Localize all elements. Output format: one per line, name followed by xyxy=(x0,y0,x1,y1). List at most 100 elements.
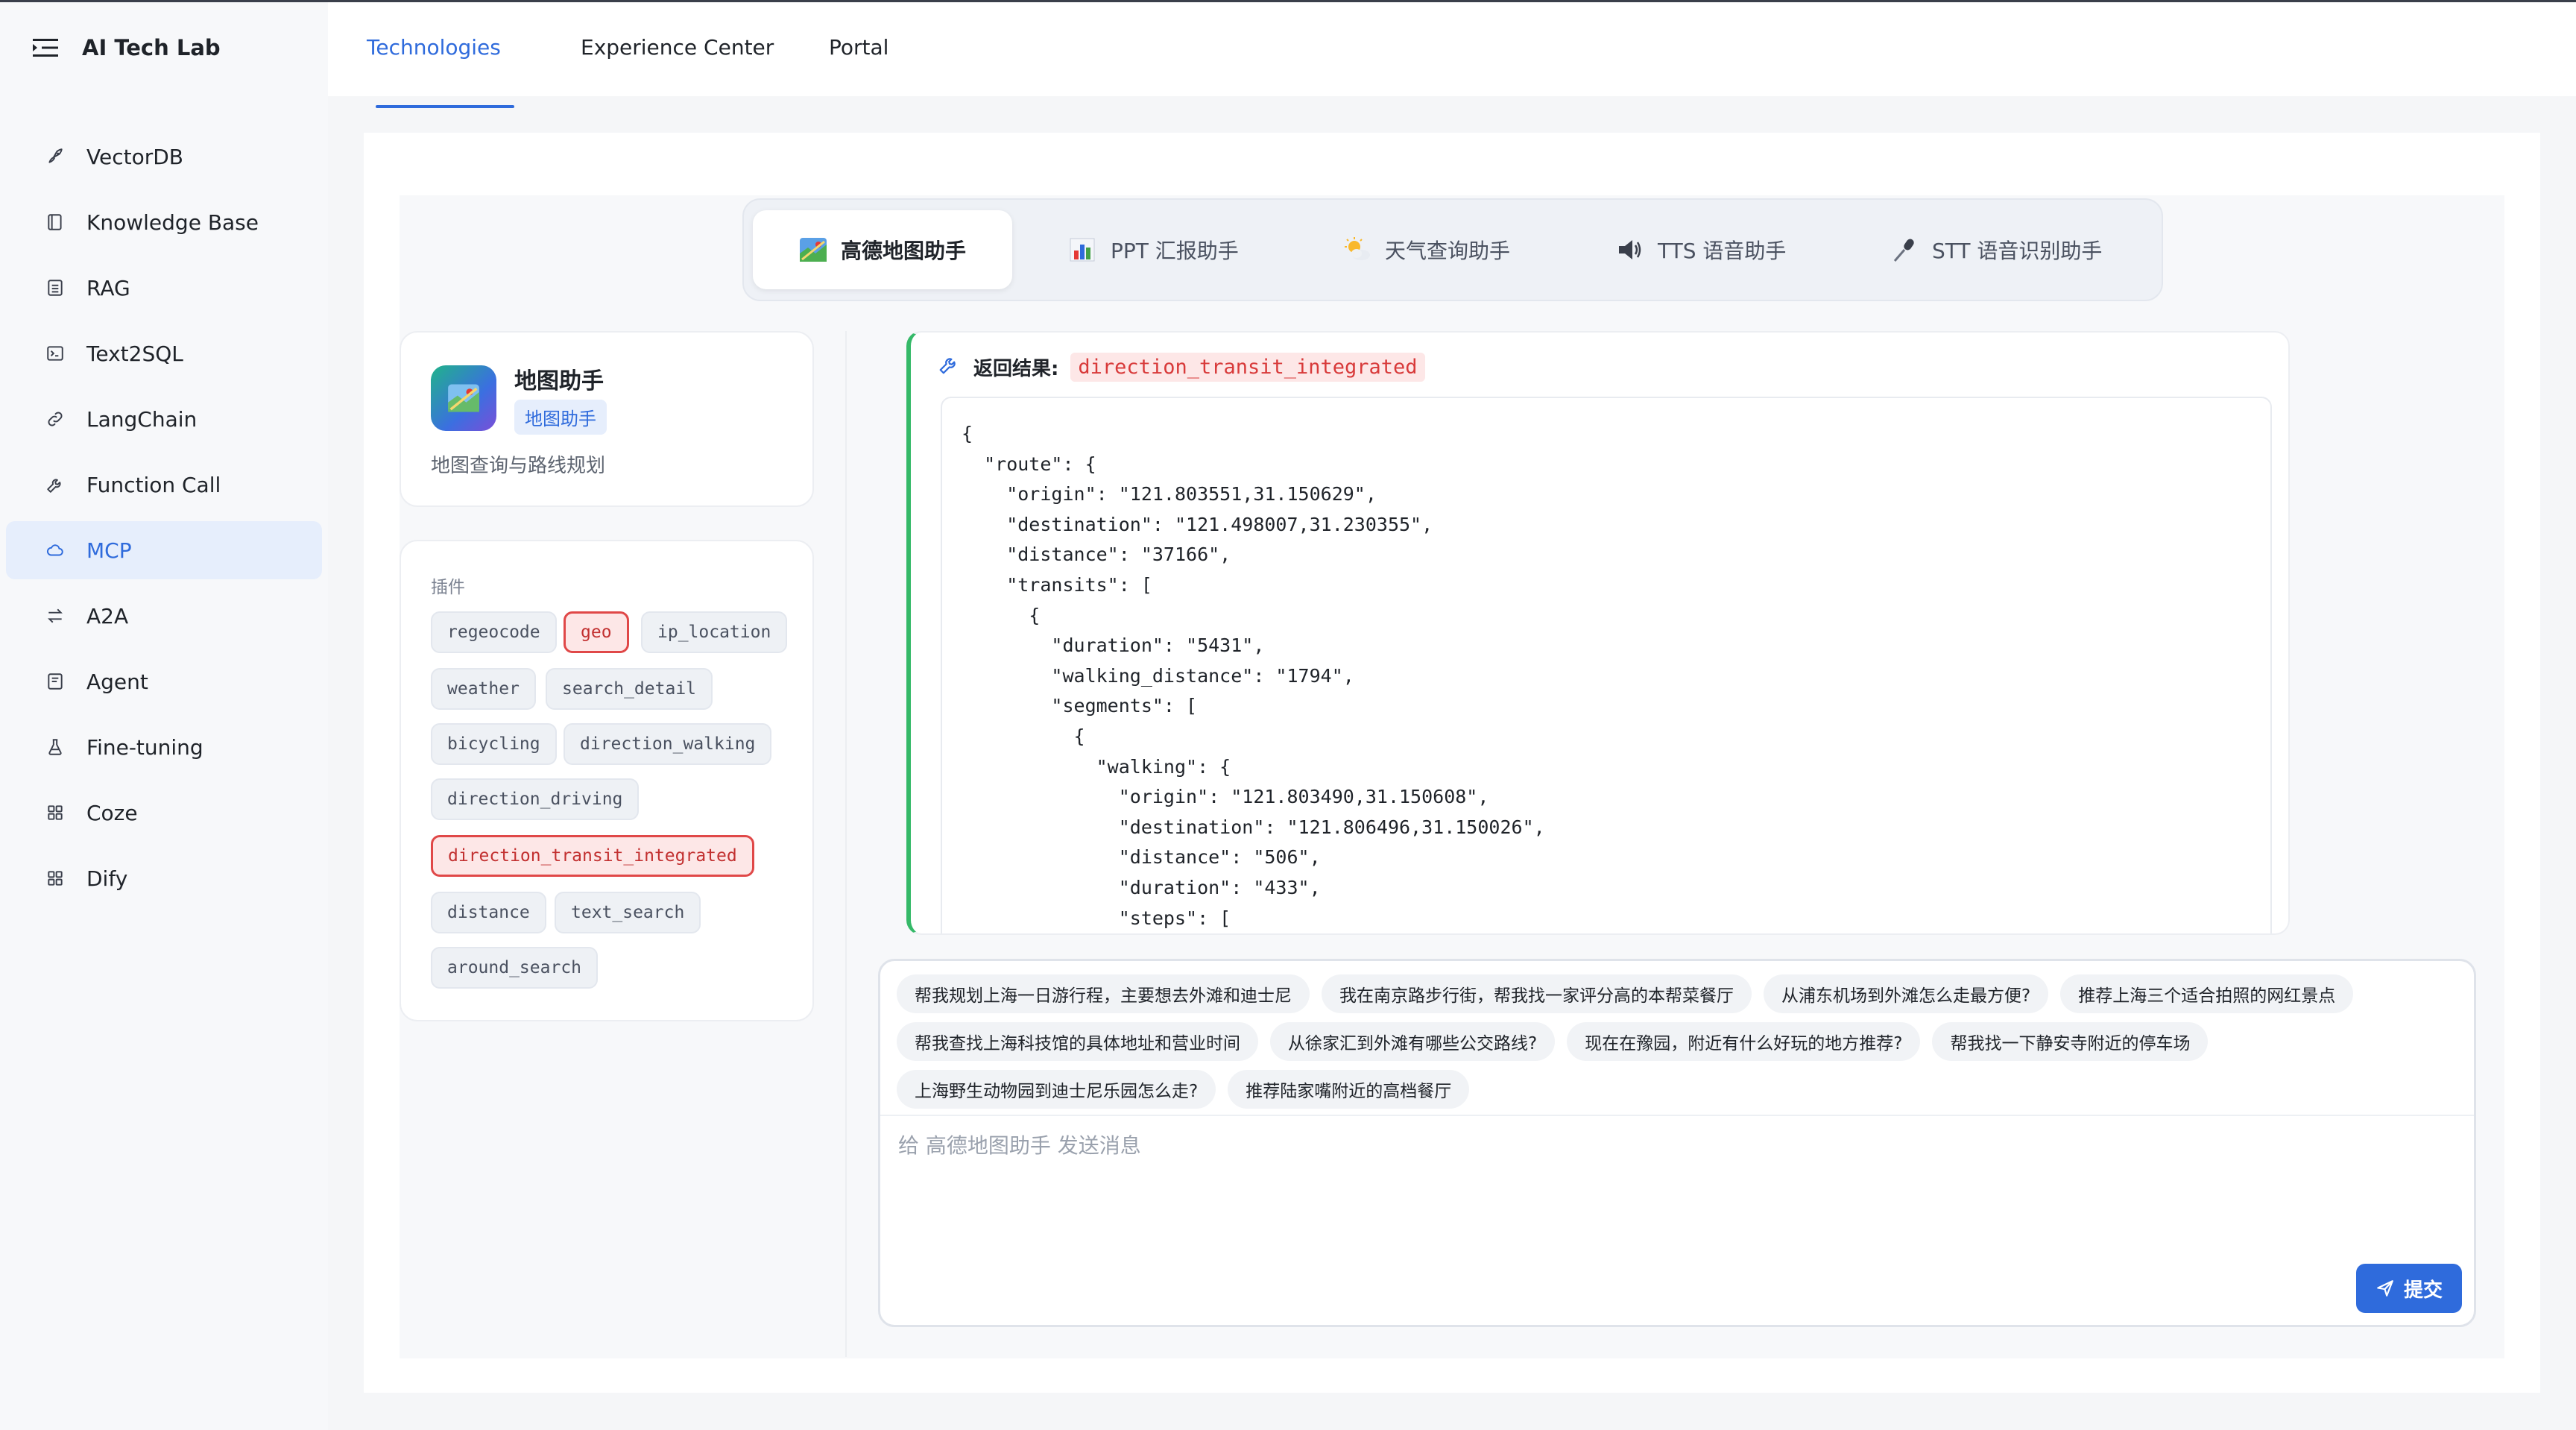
submit-button-label: 提交 xyxy=(2403,1279,2443,1302)
document-icon xyxy=(40,273,70,303)
suggestion-chip[interactable]: 我在南京路步行街，帮我找一家评分高的本帮菜餐厅 xyxy=(1322,974,1752,1013)
agent-name: 地图助手 xyxy=(514,368,604,394)
rocket-icon xyxy=(40,142,70,171)
plugin-chip-distance[interactable]: distance xyxy=(431,892,546,933)
map-icon xyxy=(799,237,827,262)
sidebar-item-label: Agent xyxy=(86,669,148,694)
assistant-tab-label: STT 语音识别助手 xyxy=(1932,239,2103,263)
sidebar-item-mcp[interactable]: MCP xyxy=(6,521,322,579)
map-icon xyxy=(448,384,479,412)
swap-icon xyxy=(40,601,70,631)
assistant-tab-label: TTS 语音助手 xyxy=(1658,239,1787,263)
sidebar-item-a2a[interactable]: A2A xyxy=(6,587,322,645)
plugin-chip-regeocode[interactable]: regeocode xyxy=(431,611,557,653)
message-input[interactable] xyxy=(898,1130,2449,1241)
plugin-chip-weather[interactable]: weather xyxy=(431,668,536,710)
terminal-icon xyxy=(40,338,70,368)
plugin-chip-bicycling[interactable]: bicycling xyxy=(431,723,557,765)
sidebar-item-function-call[interactable]: Function Call xyxy=(6,456,322,514)
sidebar-header: AI Tech Lab xyxy=(33,29,221,66)
bar-chart-icon xyxy=(1069,237,1097,262)
sidebar-item-label: LangChain xyxy=(86,406,198,432)
send-icon xyxy=(2377,1280,2393,1297)
agent-info-card: 地图助手 地图助手 地图查询与路线规划 xyxy=(400,331,814,507)
suggestion-chip[interactable]: 帮我规划上海一日游行程，主要想去外滩和迪士尼 xyxy=(897,974,1310,1013)
speaker-icon xyxy=(1616,237,1644,262)
sidebar-item-vectordb[interactable]: VectorDB xyxy=(6,127,322,186)
link-icon xyxy=(40,404,70,434)
sidebar-item-coze[interactable]: Coze xyxy=(6,784,322,842)
sun-cloud-icon xyxy=(1343,237,1371,262)
sidebar-item-label: RAG xyxy=(86,275,130,300)
sidebar-item-text2sql[interactable]: Text2SQL xyxy=(6,324,322,382)
wrench-icon xyxy=(938,353,960,381)
agent-icon xyxy=(40,667,70,696)
assistant-tabs: 高德地图助手 PPT 汇报助手 天气查询助手 TTS 语音助手 STT 语音识别… xyxy=(742,198,2163,301)
result-header: 返回结果: direction_transit_integrated xyxy=(938,349,1425,385)
plugin-section-title: 插件 xyxy=(431,578,465,597)
suggestion-chip[interactable]: 现在在豫园，附近有什么好玩的地方推荐? xyxy=(1567,1022,1921,1061)
chat-input-container: 帮我规划上海一日游行程，主要想去外滩和迪士尼 我在南京路步行街，帮我找一家评分高… xyxy=(878,959,2476,1327)
suggestion-chip[interactable]: 从徐家汇到外滩有哪些公交路线? xyxy=(1270,1022,1556,1061)
grid-icon xyxy=(40,863,70,893)
microphone-icon xyxy=(1890,237,1919,262)
suggestion-chip[interactable]: 帮我找一下静安寺附近的停车场 xyxy=(1932,1022,2209,1061)
top-navigation: Technologies Experience Center Portal xyxy=(328,2,2576,108)
wrench-icon xyxy=(40,470,70,500)
assistant-tab-amap[interactable]: 高德地图助手 xyxy=(753,210,1013,289)
input-divider xyxy=(880,1115,2474,1116)
sidebar-item-label: MCP xyxy=(86,538,132,563)
sidebar-item-rag[interactable]: RAG xyxy=(6,259,322,317)
sidebar-item-label: VectorDB xyxy=(86,144,183,169)
tool-result-panel[interactable]: 返回结果: direction_transit_integrated { "ro… xyxy=(906,331,2290,935)
sidebar-item-agent[interactable]: Agent xyxy=(6,652,322,711)
sidebar-item-label: Knowledge Base xyxy=(86,210,259,235)
flask-icon xyxy=(40,732,70,762)
suggestion-chip[interactable]: 从浦东机场到外滩怎么走最方便? xyxy=(1764,974,2049,1013)
tab-experience-center[interactable]: Experience Center xyxy=(581,35,774,60)
suggestion-chip[interactable]: 帮我查找上海科技馆的具体地址和营业时间 xyxy=(897,1022,1258,1061)
sidebar-item-label: Coze xyxy=(86,800,138,825)
plugin-chip-text-search[interactable]: text_search xyxy=(555,892,701,933)
agent-description: 地图查询与路线规划 xyxy=(431,455,606,477)
suggestion-row: 帮我规划上海一日游行程，主要想去外滩和迪士尼 我在南京路步行街，帮我找一家评分高… xyxy=(897,974,2365,1013)
cloud-icon xyxy=(40,535,70,565)
result-json-code: { "route": { "origin": "121.803551,31.15… xyxy=(962,423,1545,929)
sidebar-item-langchain[interactable]: LangChain xyxy=(6,390,322,448)
plugin-chip-ip-location[interactable]: ip_location xyxy=(641,611,788,653)
sidebar-item-fine-tuning[interactable]: Fine-tuning xyxy=(6,718,322,776)
assistant-tab-weather[interactable]: 天气查询助手 xyxy=(1343,210,1510,289)
panel-divider xyxy=(845,331,847,1357)
agent-avatar xyxy=(431,365,496,431)
result-json-box[interactable]: { "route": { "origin": "121.803551,31.15… xyxy=(941,397,2272,933)
suggestion-chip[interactable]: 上海野生动物园到迪士尼乐园怎么走? xyxy=(897,1070,1216,1109)
plugin-chip-geo[interactable]: geo xyxy=(564,611,629,653)
grid-icon xyxy=(40,798,70,828)
plugin-chip-direction-driving[interactable]: direction_driving xyxy=(431,778,640,820)
sidebar-item-label: A2A xyxy=(86,603,129,629)
assistant-tab-label: 高德地图助手 xyxy=(841,239,967,263)
sidebar-item-dify[interactable]: Dify xyxy=(6,849,322,907)
assistant-tab-label: 天气查询助手 xyxy=(1385,239,1511,263)
plugin-chip-around-search[interactable]: around_search xyxy=(431,947,599,989)
assistant-tab-label: PPT 汇报助手 xyxy=(1111,239,1239,263)
suggestion-row: 上海野生动物园到迪士尼乐园怎么走? 推荐陆家嘴附近的高档餐厅 xyxy=(897,1070,1481,1109)
plugin-chip-search-detail[interactable]: search_detail xyxy=(546,668,713,710)
submit-button[interactable]: 提交 xyxy=(2356,1264,2462,1313)
plugin-list-card: 插件 regeocode geo ip_location weather sea… xyxy=(400,540,814,1021)
suggestion-chip[interactable]: 推荐上海三个适合拍照的网红景点 xyxy=(2060,974,2354,1013)
sidebar-item-label: Fine-tuning xyxy=(86,734,203,760)
suggestion-chip[interactable]: 推荐陆家嘴附近的高档餐厅 xyxy=(1228,1070,1470,1109)
assistant-tab-stt[interactable]: STT 语音识别助手 xyxy=(1890,210,2102,289)
tab-portal[interactable]: Portal xyxy=(829,35,888,60)
sidebar-item-knowledge-base[interactable]: Knowledge Base xyxy=(6,193,322,251)
book-icon xyxy=(40,207,70,237)
suggestion-row: 帮我查找上海科技馆的具体地址和营业时间 从徐家汇到外滩有哪些公交路线? 现在在豫… xyxy=(897,1022,2220,1061)
plugin-chip-direction-transit-integrated[interactable]: direction_transit_integrated xyxy=(431,835,754,877)
assistant-tab-ppt[interactable]: PPT 汇报助手 xyxy=(1069,210,1239,289)
tab-technologies[interactable]: Technologies xyxy=(367,35,501,60)
sidebar-item-label: Text2SQL xyxy=(86,341,183,366)
menu-fold-icon[interactable] xyxy=(33,37,60,59)
plugin-chip-direction-walking[interactable]: direction_walking xyxy=(564,723,772,765)
assistant-tab-tts[interactable]: TTS 语音助手 xyxy=(1616,210,1786,289)
